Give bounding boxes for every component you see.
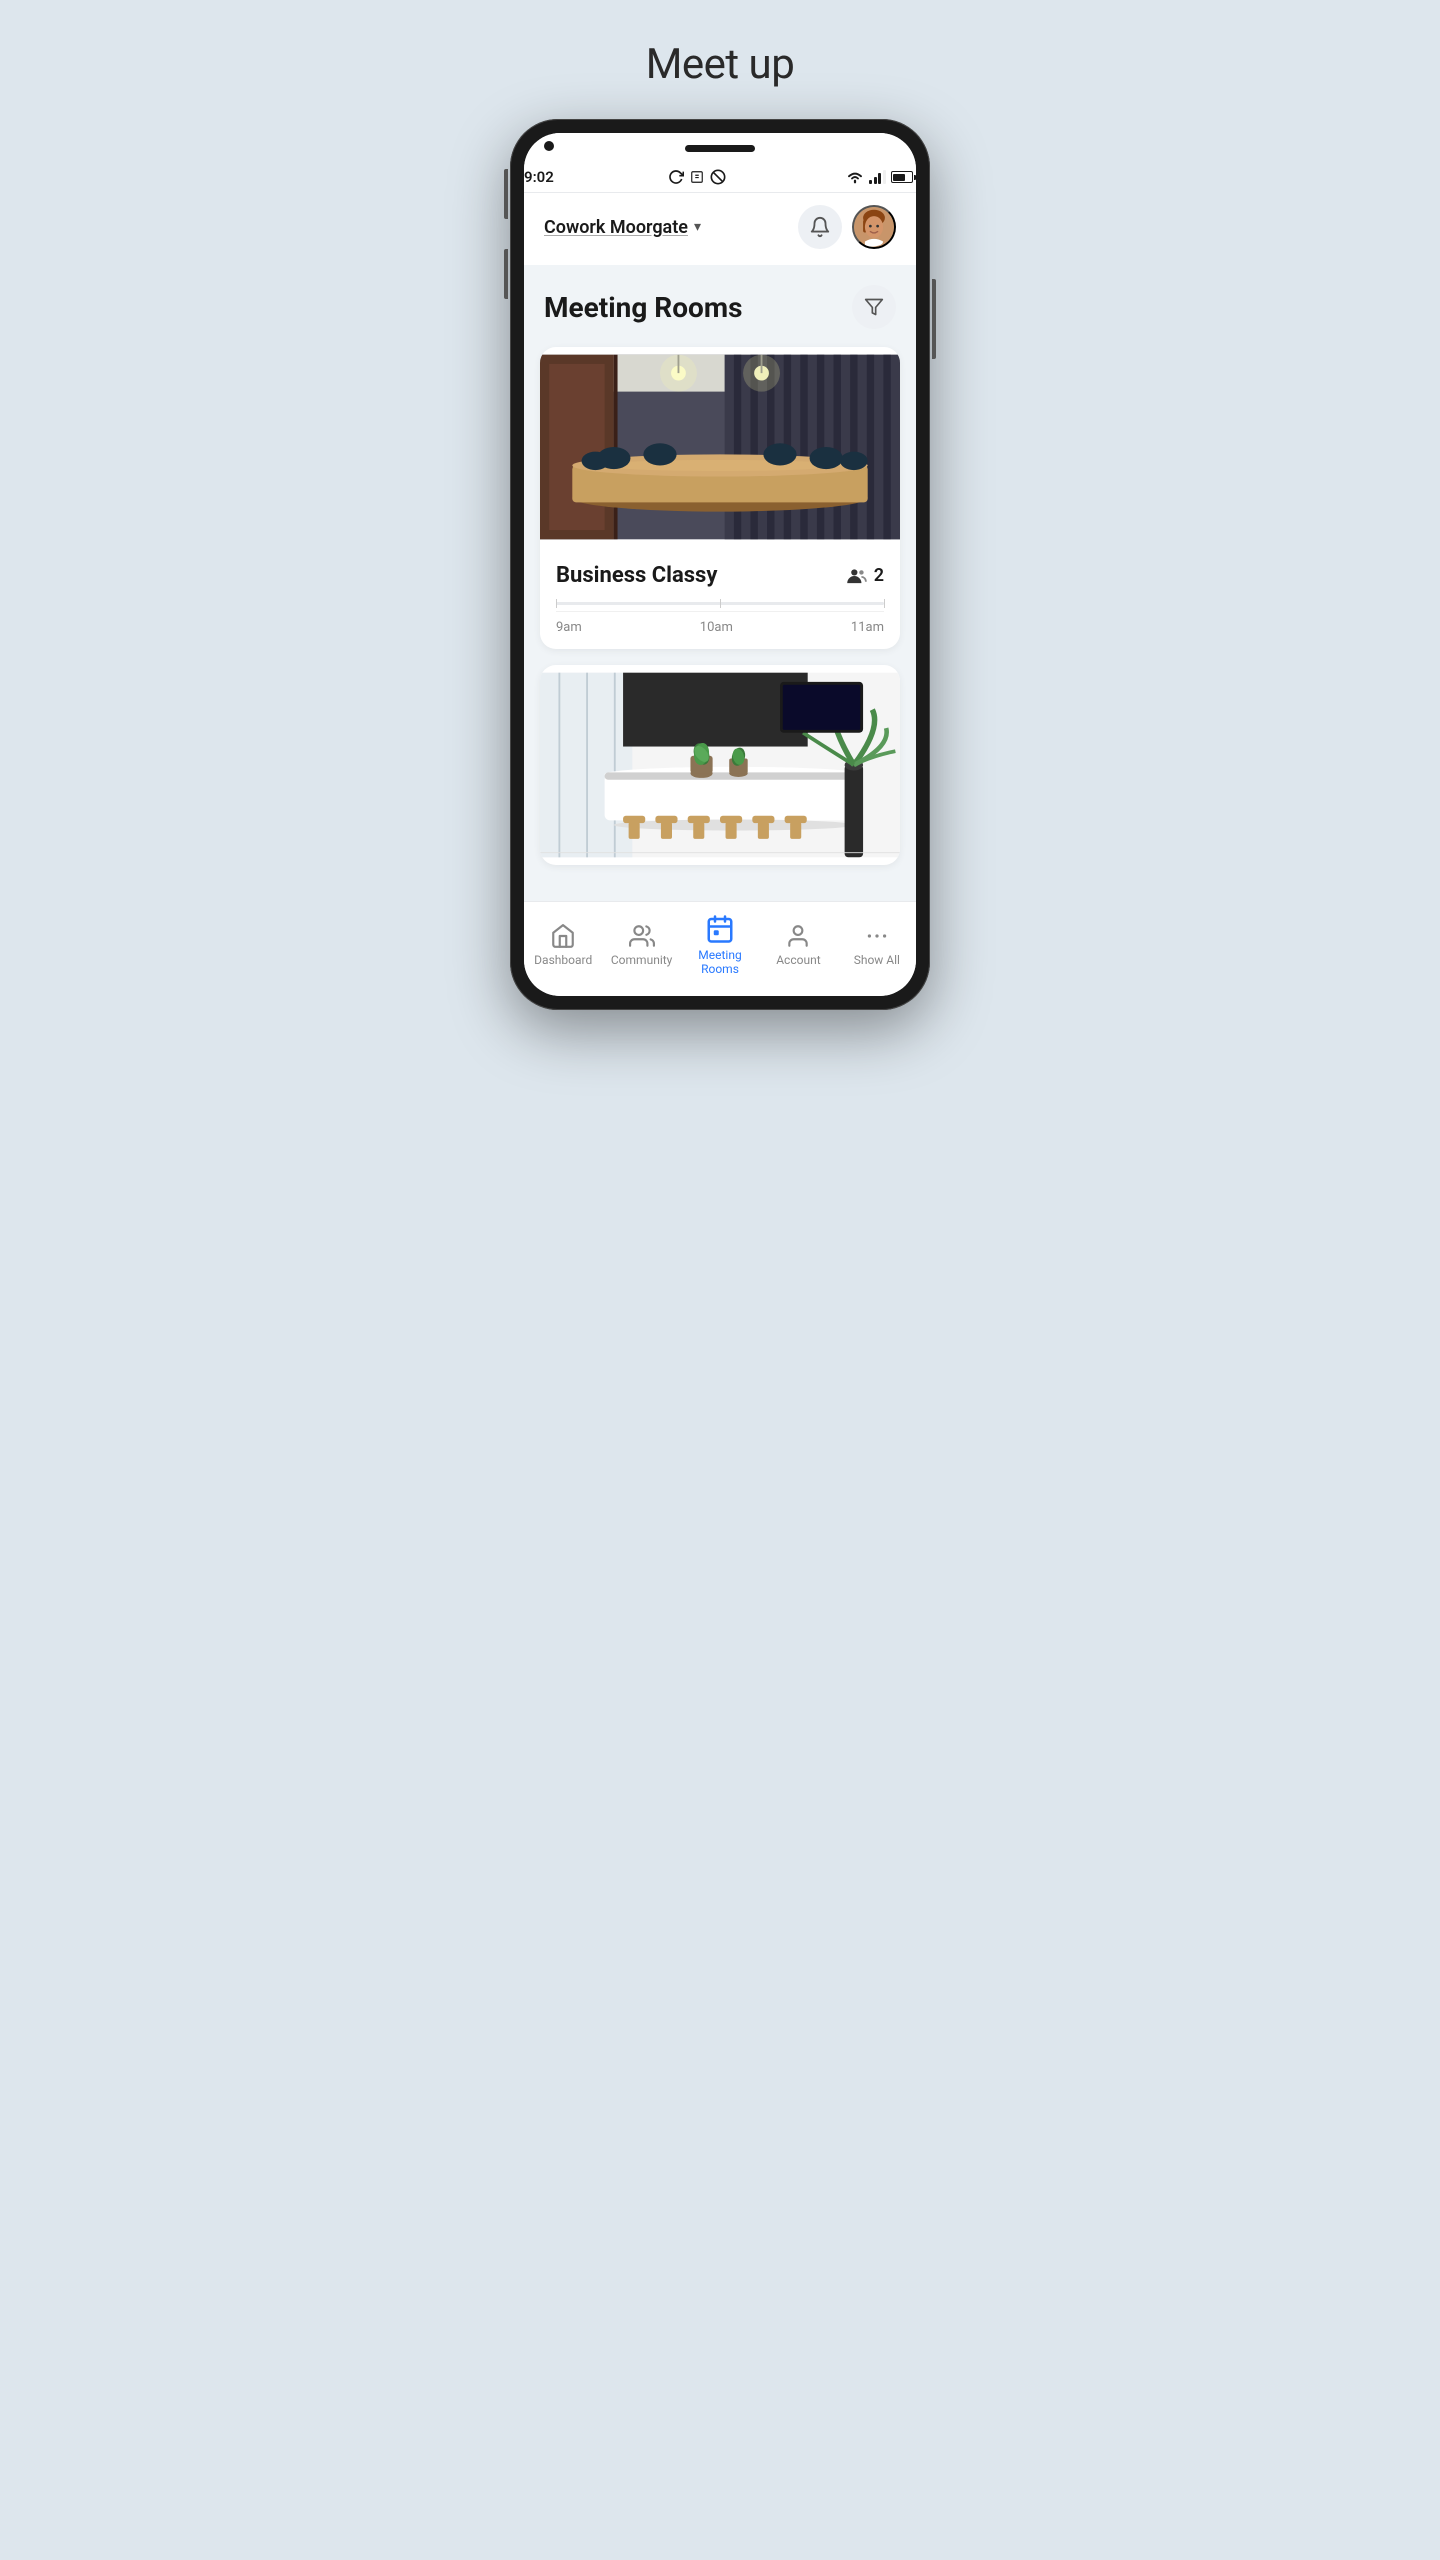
nav-label-account: Account bbox=[776, 953, 820, 967]
app-header: Cowork Moorgate ▾ bbox=[524, 193, 916, 265]
time-slots-1: 9am 10am 11am bbox=[556, 611, 884, 639]
wifi-icon bbox=[846, 170, 864, 184]
location-selector[interactable]: Cowork Moorgate ▾ bbox=[544, 217, 701, 238]
nav-item-show-all[interactable]: Show All bbox=[838, 923, 916, 967]
notification-button[interactable] bbox=[798, 205, 842, 249]
main-content: Meeting Rooms bbox=[524, 265, 916, 901]
room-info-1: Business Classy 2 bbox=[540, 547, 900, 649]
nav-label-dashboard: Dashboard bbox=[534, 953, 592, 967]
battery-icon bbox=[891, 171, 916, 183]
avatar-image bbox=[854, 205, 894, 249]
room-card-1[interactable]: Business Classy 2 bbox=[540, 347, 900, 649]
nav-label-show-all: Show All bbox=[854, 953, 900, 967]
timeline-bar-1 bbox=[556, 602, 884, 605]
user-avatar-button[interactable] bbox=[852, 205, 896, 249]
chevron-down-icon: ▾ bbox=[694, 219, 701, 235]
room-2-illustration bbox=[540, 665, 900, 865]
room-capacity-1: 2 bbox=[846, 565, 884, 586]
bottom-navigation: Dashboard Community bbox=[524, 901, 916, 996]
nav-label-meeting-rooms: MeetingRooms bbox=[698, 948, 741, 976]
section-title: Meeting Rooms bbox=[544, 291, 742, 324]
sd-icon bbox=[690, 169, 704, 185]
status-bar: 9:02 bbox=[524, 158, 916, 192]
filter-icon bbox=[864, 297, 884, 317]
nav-label-community: Community bbox=[611, 953, 672, 967]
home-icon bbox=[550, 923, 576, 949]
signal-icon bbox=[869, 170, 886, 184]
header-actions bbox=[798, 205, 896, 249]
app-title: Meet up bbox=[646, 40, 795, 89]
bell-icon bbox=[809, 216, 831, 238]
nav-item-dashboard[interactable]: Dashboard bbox=[524, 923, 602, 967]
room-image-1 bbox=[540, 347, 900, 547]
block-icon bbox=[710, 169, 726, 185]
room-name-row-1: Business Classy 2 bbox=[556, 563, 884, 588]
nav-item-meeting-rooms[interactable]: MeetingRooms bbox=[681, 914, 759, 976]
status-time: 9:02 bbox=[524, 168, 554, 186]
nav-item-community[interactable]: Community bbox=[602, 923, 680, 967]
status-right-icons bbox=[846, 170, 916, 184]
filter-button[interactable] bbox=[852, 285, 896, 329]
status-icons bbox=[668, 169, 732, 185]
phone-notch bbox=[524, 133, 916, 158]
refresh-icon bbox=[668, 169, 684, 185]
nav-item-account[interactable]: Account bbox=[759, 923, 837, 967]
room-1-illustration bbox=[540, 347, 900, 547]
community-icon bbox=[629, 923, 655, 949]
calendar-icon bbox=[705, 914, 735, 944]
time-slot-9am-1: 9am bbox=[556, 620, 582, 635]
phone-frame: 9:02 bbox=[510, 119, 930, 1010]
room-image-2 bbox=[540, 665, 900, 865]
time-slot-10am-1: 10am bbox=[700, 620, 733, 635]
dots-icon bbox=[864, 923, 890, 949]
phone-screen: 9:02 bbox=[524, 133, 916, 996]
time-slot-11am-1: 11am bbox=[851, 620, 884, 635]
capacity-number-1: 2 bbox=[874, 565, 884, 586]
person-icon bbox=[785, 923, 811, 949]
people-icon-1 bbox=[846, 568, 868, 584]
location-name: Cowork Moorgate bbox=[544, 217, 688, 238]
section-header: Meeting Rooms bbox=[540, 285, 900, 329]
room-name-1: Business Classy bbox=[556, 563, 717, 588]
room-card-2[interactable] bbox=[540, 665, 900, 865]
